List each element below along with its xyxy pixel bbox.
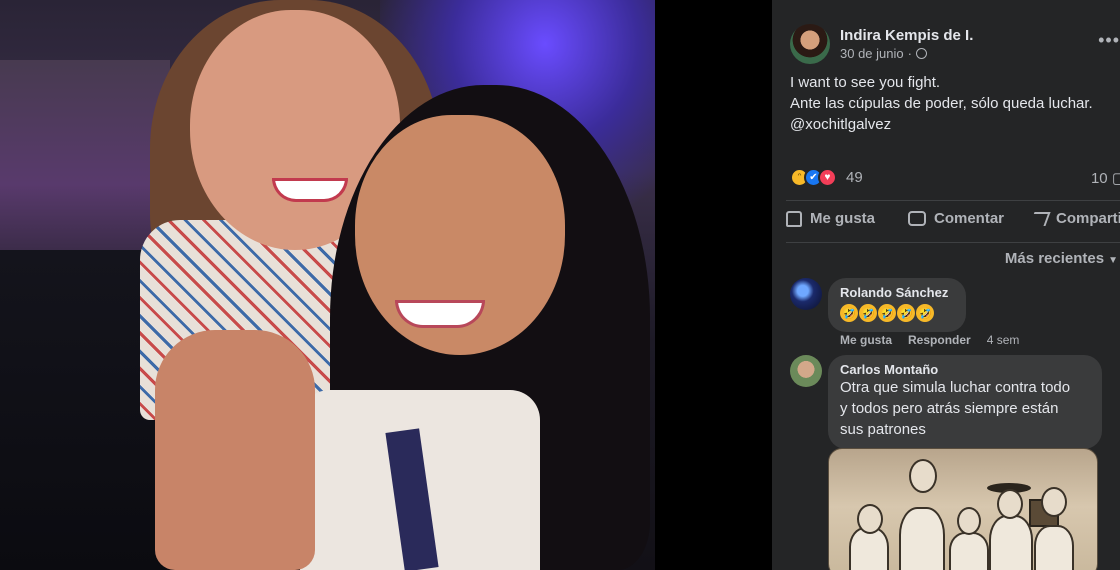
comment-count-icon: ▢: [1111, 170, 1120, 187]
laughing-emoji-icon: 🤣: [897, 304, 915, 322]
reaction-summary[interactable]: ᵔ ✔ ♥ 49: [790, 168, 863, 187]
comment-count-value: 10: [1090, 170, 1108, 187]
globe-icon: [915, 48, 927, 59]
commenter-name[interactable]: Rolando Sánchez: [840, 285, 954, 300]
woman-left-arm: [155, 330, 315, 570]
like-button-label: Me gusta: [810, 210, 876, 227]
laughing-emoji-icon: 🤣: [916, 304, 934, 322]
like-button[interactable]: Me gusta: [786, 210, 908, 227]
comment-count[interactable]: 10 ▢: [1091, 169, 1120, 187]
post-date[interactable]: 30 de junio: [840, 46, 904, 61]
author-name[interactable]: Indira Kempis de I.: [840, 27, 973, 44]
woman-left-smile: [272, 178, 348, 202]
cartoon-figure: [989, 515, 1033, 570]
commenter-avatar[interactable]: [790, 278, 822, 310]
thumbs-up-icon: [786, 210, 802, 227]
comment-text-line: y todos pero atrás siempre están: [840, 400, 1059, 417]
cartoon-figure: [1034, 525, 1074, 570]
chevron-down-icon: ▼: [1108, 255, 1118, 266]
cartoon-head: [997, 489, 1023, 519]
comment-emojis: 🤣 🤣 🤣 🤣 🤣: [840, 304, 954, 322]
share-button-label: Compartir: [1056, 210, 1120, 227]
comment-bubble: Rolando Sánchez 🤣 🤣 🤣 🤣 🤣: [828, 278, 966, 332]
reaction-count: 49: [846, 169, 863, 186]
photo-viewer: [0, 0, 772, 570]
post-text-line: Ante las cúpulas de poder, sólo queda lu…: [790, 95, 1093, 112]
post-text-line: I want to see you fight.: [790, 74, 941, 91]
cartoon-head: [857, 504, 883, 534]
cartoon-figure: [949, 532, 989, 570]
comment-sort-dropdown[interactable]: Más recientes ▼: [1005, 250, 1118, 267]
comment-reply-link[interactable]: Responder: [908, 333, 971, 347]
author-avatar[interactable]: [790, 24, 830, 64]
cartoon-head: [909, 459, 937, 493]
comment-button[interactable]: Comentar: [908, 210, 1032, 227]
divider: [786, 242, 1120, 243]
post-photo[interactable]: [0, 0, 655, 570]
comment-bubble: Carlos Montaño Otra que simula luchar co…: [828, 355, 1102, 449]
post-meta: 30 de junio ·: [840, 46, 973, 61]
meta-separator: ·: [907, 46, 912, 61]
share-button[interactable]: Compartir: [1029, 210, 1120, 227]
comment-actions: Me gusta Responder 4 sem: [840, 333, 1019, 347]
share-icon: [1029, 211, 1051, 226]
love-reaction-icon: ♥: [818, 168, 837, 187]
comment-text-line: sus patrones: [840, 421, 926, 438]
commenter-avatar[interactable]: [790, 355, 822, 387]
comment-icon: [908, 211, 926, 226]
post-text: I want to see you fight. Ante las cúpula…: [790, 72, 1120, 135]
comment-image[interactable]: [828, 448, 1098, 570]
comment-like-link[interactable]: Me gusta: [840, 333, 892, 347]
cartoon-head: [957, 507, 981, 535]
cartoon-figure: [899, 507, 945, 570]
more-options-icon[interactable]: •••: [1098, 30, 1120, 51]
commenter-name[interactable]: Carlos Montaño: [840, 362, 1090, 377]
laughing-emoji-icon: 🤣: [840, 304, 858, 322]
comment-text-line: Otra que simula luchar contra todo: [840, 379, 1071, 396]
post-mention-link[interactable]: @xochitlgalvez: [790, 114, 1120, 135]
post-actions: Me gusta Comentar Compartir: [786, 210, 1120, 227]
woman-right-smile: [395, 300, 485, 328]
post-header: Indira Kempis de I. 30 de junio ·: [790, 24, 973, 64]
cartoon-head: [1041, 487, 1067, 517]
post-panel: Indira Kempis de I. 30 de junio · ••• I …: [772, 0, 1120, 570]
sort-label: Más recientes: [1004, 250, 1105, 267]
divider: [786, 200, 1120, 201]
comment-time[interactable]: 4 sem: [987, 333, 1020, 347]
comment-button-label: Comentar: [934, 210, 1005, 227]
laughing-emoji-icon: 🤣: [859, 304, 877, 322]
laughing-emoji-icon: 🤣: [878, 304, 896, 322]
